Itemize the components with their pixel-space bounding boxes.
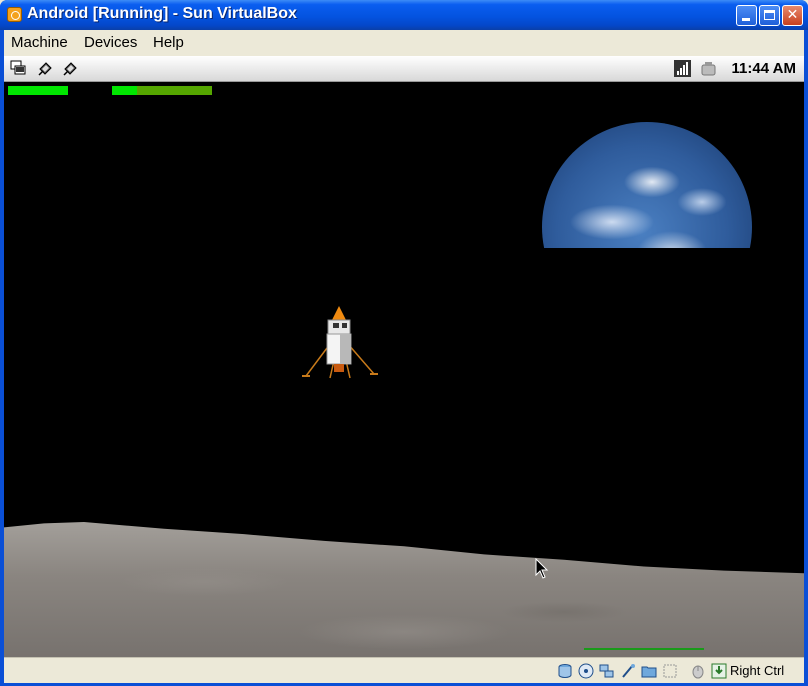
usb-debug-icon: [38, 62, 52, 76]
virtualbox-app-icon[interactable]: [7, 7, 22, 22]
maximize-button[interactable]: [759, 5, 780, 26]
signal-strength-icon: [674, 60, 691, 77]
virtualbox-window: Android [Running] - Sun VirtualBox ✕ Mac…: [0, 0, 808, 686]
menu-machine[interactable]: Machine: [11, 34, 68, 51]
speed-gauge-fill: [112, 86, 137, 95]
earth-image: [542, 122, 752, 248]
close-button[interactable]: ✕: [782, 5, 803, 26]
menu-devices[interactable]: Devices: [84, 34, 137, 51]
android-status-bar: 11:44 AM: [4, 56, 804, 82]
vm-status-bar: Right Ctrl: [4, 657, 804, 683]
lunar-lander-game-screen[interactable]: [4, 82, 804, 657]
title-bar[interactable]: Android [Running] - Sun VirtualBox ✕: [0, 0, 808, 30]
speed-gauge: [112, 86, 212, 95]
lunar-surface: [4, 522, 804, 657]
minimize-button[interactable]: [736, 5, 757, 26]
network-icon: [10, 60, 26, 75]
mouse-integration-icon[interactable]: [690, 663, 706, 679]
clock: 11:44 AM: [731, 60, 796, 77]
window-title: Android [Running] - Sun VirtualBox: [27, 5, 297, 22]
menu-help[interactable]: Help: [153, 34, 184, 51]
virtualization-icon[interactable]: [662, 663, 678, 679]
host-key-icon[interactable]: [711, 663, 727, 679]
network-adapter-icon[interactable]: [599, 663, 615, 679]
lunar-lander-sprite: [302, 306, 378, 379]
cd-dvd-icon[interactable]: [578, 663, 594, 679]
mouse-pointer-icon: [535, 558, 549, 579]
usb-connected-icon: [63, 62, 77, 76]
fuel-gauge-fill: [8, 86, 68, 95]
window-client: Machine Devices Help 11:44 AM Right Ctrl: [4, 30, 804, 683]
fuel-gauge: [8, 86, 68, 95]
landing-pad: [584, 648, 704, 650]
menu-bar: Machine Devices Help: [4, 30, 804, 55]
host-key-label: Right Ctrl: [730, 663, 785, 678]
usb-icon[interactable]: [620, 663, 636, 679]
hard-disk-icon[interactable]: [557, 663, 573, 679]
shared-folders-icon[interactable]: [641, 663, 657, 679]
battery-icon: [701, 62, 716, 76]
